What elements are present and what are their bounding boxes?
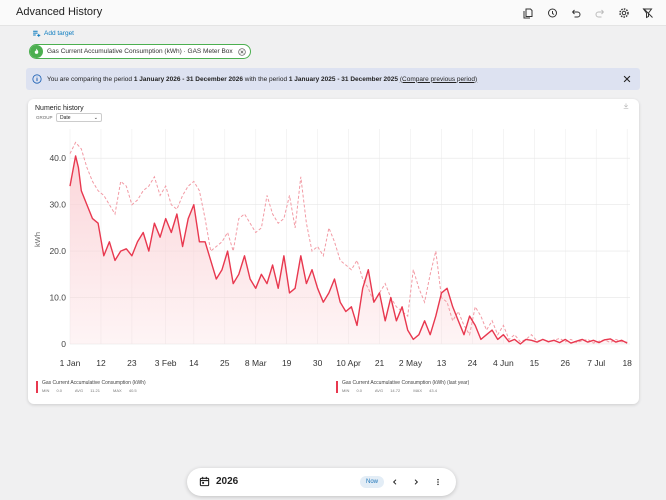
x-tick-label: 13 <box>437 358 447 368</box>
legend-stats: MIN 0.0 AVG 11.21 MAX 40.5 <box>42 388 137 393</box>
info-text: You are comparing the period 1 January 2… <box>47 75 478 83</box>
x-tick-label: 14 <box>189 358 199 368</box>
next-period-button[interactable] <box>410 476 422 488</box>
comparison-info-banner: You are comparing the period 1 January 2… <box>26 68 640 90</box>
x-tick-label: 10 Apr <box>336 358 361 368</box>
legend-name: Gas Current Accumulative Consumption (kW… <box>42 380 146 386</box>
info-icon <box>32 74 42 84</box>
history-icon[interactable] <box>544 5 560 21</box>
file-copy-icon[interactable] <box>520 5 536 21</box>
x-tick-label: 30 <box>313 358 323 368</box>
x-tick-label: 25 <box>220 358 230 368</box>
y-tick-label: 0 <box>61 339 66 349</box>
x-tick-label: 19 <box>282 358 292 368</box>
x-tick-label: 8 Mar <box>245 358 267 368</box>
target-chip[interactable]: Gas Current Accumulative Consumption (kW… <box>29 44 251 59</box>
chevron-left-icon <box>392 479 397 485</box>
x-tick-label: 7 Jul <box>587 358 605 368</box>
y-tick-label: 30.0 <box>49 200 66 210</box>
x-tick-label: 24 <box>468 358 478 368</box>
fire-icon <box>30 45 43 58</box>
x-tick-label: 15 <box>530 358 540 368</box>
x-tick-label: 4 Jun <box>493 358 514 368</box>
x-tick-label: 1 Jan <box>60 358 81 368</box>
add-target-label: Add target <box>44 30 74 37</box>
filter-off-icon[interactable] <box>640 5 656 21</box>
x-tick-label: 18 <box>622 358 632 368</box>
y-tick-label: 20.0 <box>49 246 66 256</box>
y-tick-label: 10.0 <box>49 293 66 303</box>
more-options-button[interactable] <box>432 476 444 488</box>
x-tick-label: 3 Feb <box>155 358 177 368</box>
x-tick-label: 21 <box>375 358 385 368</box>
legend-name: Gas Current Accumulative Consumption (kW… <box>342 380 470 386</box>
chip-close-icon[interactable] <box>238 47 246 56</box>
playlist-add-icon <box>33 30 41 37</box>
y-tick-label: 40.0 <box>49 153 66 163</box>
numeric-history-card: Numeric history GROUP Date ⌄ 0 10.0 20.0 30.… <box>28 99 639 404</box>
page-title: Advanced History <box>16 6 103 18</box>
selected-year[interactable]: 2026 <box>216 476 238 487</box>
target-chip-label: Gas Current Accumulative Consumption (kW… <box>47 48 233 55</box>
legend-color-bar <box>36 381 38 393</box>
legend-color-bar <box>336 381 338 393</box>
legend-stats: MIN 0.0 AVG 14.72 MAX 43.4 <box>342 388 437 393</box>
undo-icon[interactable] <box>568 5 584 21</box>
compare-previous-link[interactable]: (Compare previous period) <box>400 76 477 83</box>
previous-period: 1 January 2025 - 31 December 2025 <box>288 75 399 83</box>
history-chart[interactable]: 0 10.0 20.0 30.0 40.0 kWh 1 Jan 12 23 3 Feb 14 25 8 … <box>28 99 639 379</box>
previous-period-button[interactable] <box>389 476 401 488</box>
current-period: 1 January 2026 - 31 December 2026 <box>133 75 243 83</box>
x-tick-label: 12 <box>96 358 106 368</box>
chevron-right-icon <box>414 479 419 485</box>
x-tick-label: 23 <box>127 358 137 368</box>
more-vert-icon <box>437 478 439 486</box>
y-axis-label: kWh <box>33 232 42 247</box>
date-picker-bar: 2026 Now <box>187 468 456 496</box>
now-button[interactable]: Now <box>360 476 384 488</box>
x-tick-label: 2 May <box>399 358 423 368</box>
add-target-button[interactable]: Add target <box>32 29 74 38</box>
x-tick-label: 26 <box>561 358 571 368</box>
close-icon[interactable] <box>622 74 632 84</box>
settings-icon[interactable] <box>616 5 632 21</box>
calendar-icon[interactable] <box>199 476 210 487</box>
redo-icon[interactable] <box>592 5 608 21</box>
top-app-bar: Advanced History <box>0 0 666 26</box>
